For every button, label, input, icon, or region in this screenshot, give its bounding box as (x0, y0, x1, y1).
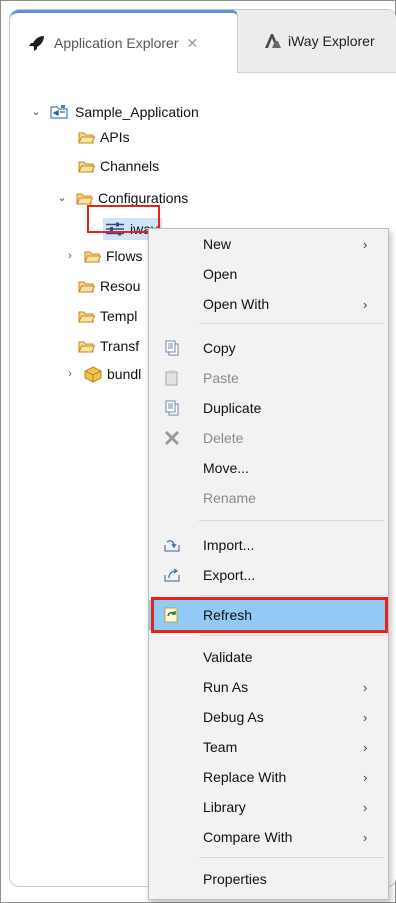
chevron-right-icon[interactable]: › (64, 368, 76, 380)
chevron-right-icon: › (363, 679, 368, 695)
menu-item-label: Library (203, 799, 246, 815)
tab-bar: Application Explorer ✕ iWay Explorer (10, 10, 396, 73)
tree-item-label: Flows (106, 248, 143, 264)
menu-item-open[interactable]: Open (149, 259, 388, 289)
menu-item-export[interactable]: Export... (149, 560, 388, 590)
tree-item-label: Sample_Application (75, 104, 199, 120)
menu-separator (199, 520, 384, 521)
tree-item-label: Configurations (98, 190, 189, 206)
tree-item-channels[interactable]: Channels (78, 154, 159, 178)
menu-item-label: Replace With (203, 769, 287, 785)
tree-item-label: bundl (107, 366, 142, 382)
folder-icon (78, 161, 95, 172)
menu-item-label: Duplicate (203, 400, 262, 416)
paste-icon (165, 370, 178, 386)
menu-item-label: Properties (203, 871, 267, 887)
menu-item-label: Copy (203, 340, 236, 356)
menu-item-duplicate[interactable]: Duplicate (149, 393, 388, 423)
menu-item-debug-as[interactable]: Debug As › (149, 702, 388, 732)
tree-item-label: Resou (100, 278, 141, 294)
menu-item-label: Run As (203, 679, 249, 695)
folder-icon (84, 251, 101, 262)
tab-label: iWay Explorer (288, 33, 375, 49)
menu-item-move[interactable]: Move... (149, 453, 388, 483)
tree-item-label: Templ (100, 308, 138, 324)
menu-item-label: Validate (203, 649, 253, 665)
menu-item-label: Delete (203, 430, 244, 446)
menu-separator (199, 857, 384, 858)
menu-item-validate[interactable]: Validate (149, 642, 388, 672)
folder-icon (78, 311, 95, 322)
delete-icon (164, 430, 180, 446)
menu-item-label: New (203, 236, 232, 252)
tree-item-flows[interactable]: › Flows (64, 244, 143, 268)
menu-separator (199, 323, 384, 324)
menu-item-label: Rename (203, 490, 256, 506)
chevron-down-icon[interactable]: ⌄ (56, 192, 68, 204)
menu-item-library[interactable]: Library › (149, 792, 388, 822)
menu-item-paste[interactable]: Paste (149, 363, 388, 393)
rocket-icon (29, 36, 44, 51)
chevron-right-icon: › (363, 709, 368, 725)
tree-item-label: APIs (100, 129, 130, 145)
tree-item-bundles[interactable]: › bundl (64, 362, 141, 386)
import-icon (164, 540, 180, 552)
menu-separator (199, 595, 384, 596)
tree-item-apis[interactable]: APIs (78, 125, 130, 149)
menu-separator (199, 635, 384, 636)
menu-item-team[interactable]: Team › (149, 732, 388, 762)
menu-item-label: Compare With (203, 829, 293, 845)
iway-logo-icon (265, 34, 281, 48)
menu-item-label: Move... (203, 460, 249, 476)
menu-item-compare-with[interactable]: Compare With › (149, 822, 388, 852)
export-icon (164, 568, 180, 582)
copy-icon (165, 340, 179, 356)
chevron-right-icon[interactable]: › (64, 250, 76, 262)
bundle-icon (84, 365, 102, 383)
menu-item-import[interactable]: Import... (149, 530, 388, 560)
menu-item-open-with[interactable]: Open With › (149, 289, 388, 319)
context-menu: New › Open Open With › Copy Paste Duplic… (148, 228, 389, 900)
menu-item-properties[interactable]: Properties (149, 864, 388, 894)
tree-item-templates[interactable]: Templ (78, 304, 137, 328)
refresh-callout-box (151, 597, 388, 633)
duplicate-icon (165, 400, 179, 416)
menu-item-delete[interactable]: Delete (149, 423, 388, 453)
chevron-right-icon: › (363, 296, 368, 312)
tab-application-explorer[interactable]: Application Explorer ✕ (10, 10, 238, 73)
chevron-right-icon: › (363, 769, 368, 785)
tab-iway-explorer[interactable]: iWay Explorer (246, 10, 396, 72)
menu-item-label: Paste (203, 370, 239, 386)
close-icon[interactable]: ✕ (187, 35, 199, 52)
chevron-right-icon: › (363, 236, 368, 252)
chevron-right-icon: › (363, 829, 368, 845)
tree-item-label: Transf (100, 338, 140, 354)
tree-item-transformations[interactable]: Transf (78, 334, 139, 358)
tab-label: Application Explorer (54, 35, 179, 51)
chevron-right-icon: › (363, 799, 368, 815)
chevron-right-icon: › (363, 739, 368, 755)
chevron-down-icon[interactable]: ⌄ (30, 106, 42, 118)
folder-icon (78, 132, 95, 143)
menu-item-new[interactable]: New › (149, 229, 388, 259)
menu-item-label: Debug As (203, 709, 264, 725)
menu-item-run-as[interactable]: Run As › (149, 672, 388, 702)
menu-item-label: Open With (203, 296, 270, 312)
tree-item-label: Channels (100, 158, 160, 174)
tree-item-resources[interactable]: Resou (78, 274, 140, 298)
menu-item-replace-with[interactable]: Replace With › (149, 762, 388, 792)
folder-icon (78, 341, 95, 352)
menu-item-copy[interactable]: Copy (149, 333, 388, 363)
menu-item-label: Team (203, 739, 238, 755)
project-icon (50, 105, 68, 119)
folder-icon (76, 193, 93, 204)
menu-item-label: Open (203, 266, 238, 282)
folder-icon (78, 281, 95, 292)
menu-item-label: Import... (203, 537, 255, 553)
menu-item-label: Export... (203, 567, 256, 583)
menu-item-rename[interactable]: Rename (149, 483, 388, 513)
tree-item-sample-application[interactable]: ⌄ Sample_Application (30, 100, 199, 124)
